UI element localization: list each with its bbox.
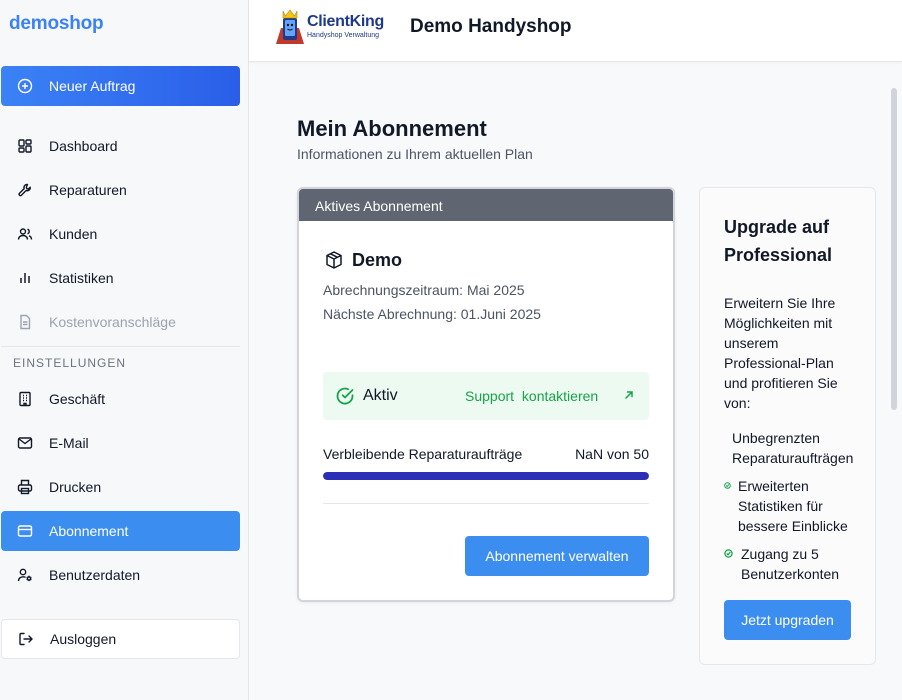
new-order-button[interactable]: Neuer Auftrag — [1, 66, 240, 106]
status-text: Aktiv — [363, 387, 398, 404]
sidebar-item-abonnement[interactable]: Abonnement — [1, 511, 240, 551]
sidebar-item-label: Dashboard — [49, 138, 118, 154]
support-link[interactable]: Support kontaktieren — [465, 388, 598, 404]
clientking-logo[interactable]: ClientKing Handyshop Verwaltung — [273, 6, 388, 46]
plus-circle-icon — [17, 78, 33, 94]
sidebar-item-benutzerdaten[interactable]: Benutzerdaten — [1, 555, 240, 595]
user-settings-icon — [17, 568, 32, 582]
bar-chart-icon — [20, 273, 30, 283]
wrench-icon — [18, 183, 31, 197]
upgrade-card: Upgrade auf Professional Erweitern Sie I… — [699, 187, 876, 665]
users-icon — [17, 228, 33, 240]
sidebar-item-label: Abonnement — [49, 523, 129, 539]
brand-logo[interactable]: demoshop — [9, 13, 104, 35]
sidebar-divider — [1, 346, 240, 347]
sidebar-item-email[interactable]: E-Mail — [1, 423, 240, 463]
feature-text: Zugang zu 5 Benutzerkonten — [741, 546, 840, 582]
logout-icon — [19, 632, 33, 646]
manage-subscription-button[interactable]: Abonnement verwalten — [465, 536, 649, 576]
scrollbar[interactable] — [891, 88, 897, 410]
check-circle-icon — [336, 387, 354, 405]
remaining-label: Verbleibende Reparaturaufträge — [323, 446, 523, 462]
logo-name: ClientKing — [307, 13, 384, 30]
sidebar-item-label: Geschäft — [49, 391, 106, 407]
logout-label: Ausloggen — [50, 631, 117, 647]
billing-period: Abrechnungszeitraum: Mai 2025 — [323, 282, 525, 298]
dashboard-icon — [18, 139, 32, 153]
sidebar-item-label: E-Mail — [49, 435, 89, 451]
subscription-card: Aktives Abonnement Demo Abrechnungszeitr… — [297, 187, 675, 602]
sidebar-item-label: Statistiken — [49, 270, 114, 286]
subscription-card-header: Aktives Abonnement — [299, 189, 673, 221]
sidebar-item-dashboard[interactable]: Dashboard — [1, 126, 240, 166]
sidebar-item-geschaeft[interactable]: Geschäft — [1, 379, 240, 419]
sidebar-item-kunden[interactable]: Kunden — [1, 214, 240, 254]
logout-button[interactable]: Ausloggen — [1, 619, 240, 659]
external-link-icon[interactable] — [623, 389, 635, 401]
remaining-value: NaN von 50 — [575, 446, 649, 462]
check-icon — [724, 482, 731, 489]
sidebar-item-label: Reparaturen — [49, 182, 127, 198]
card-divider — [323, 503, 649, 504]
upgrade-description: Erweitern Sie Ihre Möglichkeiten mit uns… — [724, 295, 838, 411]
new-order-label: Neuer Auftrag — [49, 78, 136, 94]
check-icon — [724, 549, 733, 558]
page-subtitle: Informationen zu Ihrem aktuellen Plan — [297, 146, 533, 162]
package-icon — [326, 251, 342, 269]
upgrade-title: Upgrade auf Professional — [724, 217, 833, 265]
plan-name: Demo — [352, 250, 403, 270]
sidebar-item-kostenvoranschlaege[interactable]: Kostenvoranschläge — [1, 302, 240, 342]
printer-icon — [17, 479, 33, 495]
mail-icon — [17, 437, 33, 449]
sidebar-item-label: Kunden — [49, 226, 98, 242]
feature-text: Erweiterten Statistiken für bessere Einb… — [738, 478, 848, 534]
credit-card-icon — [17, 525, 33, 537]
building-icon — [19, 391, 31, 407]
document-icon — [20, 314, 31, 330]
logo-subtitle: Handyshop Verwaltung — [307, 32, 379, 39]
sidebar-item-drucken[interactable]: Drucken — [1, 467, 240, 507]
sidebar-item-label: Benutzerdaten — [49, 567, 141, 583]
sidebar-item-reparaturen[interactable]: Reparaturen — [1, 170, 240, 210]
sidebar-item-label: Drucken — [49, 479, 102, 495]
upgrade-button[interactable]: Jetzt upgraden — [724, 600, 851, 640]
page-title: Mein Abonnement — [297, 116, 487, 141]
settings-section-label: EINSTELLUNGEN — [13, 356, 127, 370]
progress-fill — [323, 472, 649, 480]
sidebar-item-statistiken[interactable]: Statistiken — [1, 258, 240, 298]
king-mascot-icon — [276, 9, 304, 44]
feature-text: Unbegrenzten Reparaturaufträgen — [732, 430, 854, 466]
top-header: ClientKing Handyshop Verwaltung Demo Han… — [249, 0, 902, 62]
next-billing: Nächste Abrechnung: 01.Juni 2025 — [323, 306, 541, 322]
status-box: Aktiv Support kontaktieren — [323, 372, 649, 420]
remaining-progress-bar — [323, 472, 649, 480]
shop-title: Demo Handyshop — [410, 16, 572, 37]
sidebar: demoshop Neuer Auftrag Dashboard Reparat… — [0, 0, 249, 700]
sidebar-item-label: Kostenvoranschläge — [49, 314, 176, 330]
